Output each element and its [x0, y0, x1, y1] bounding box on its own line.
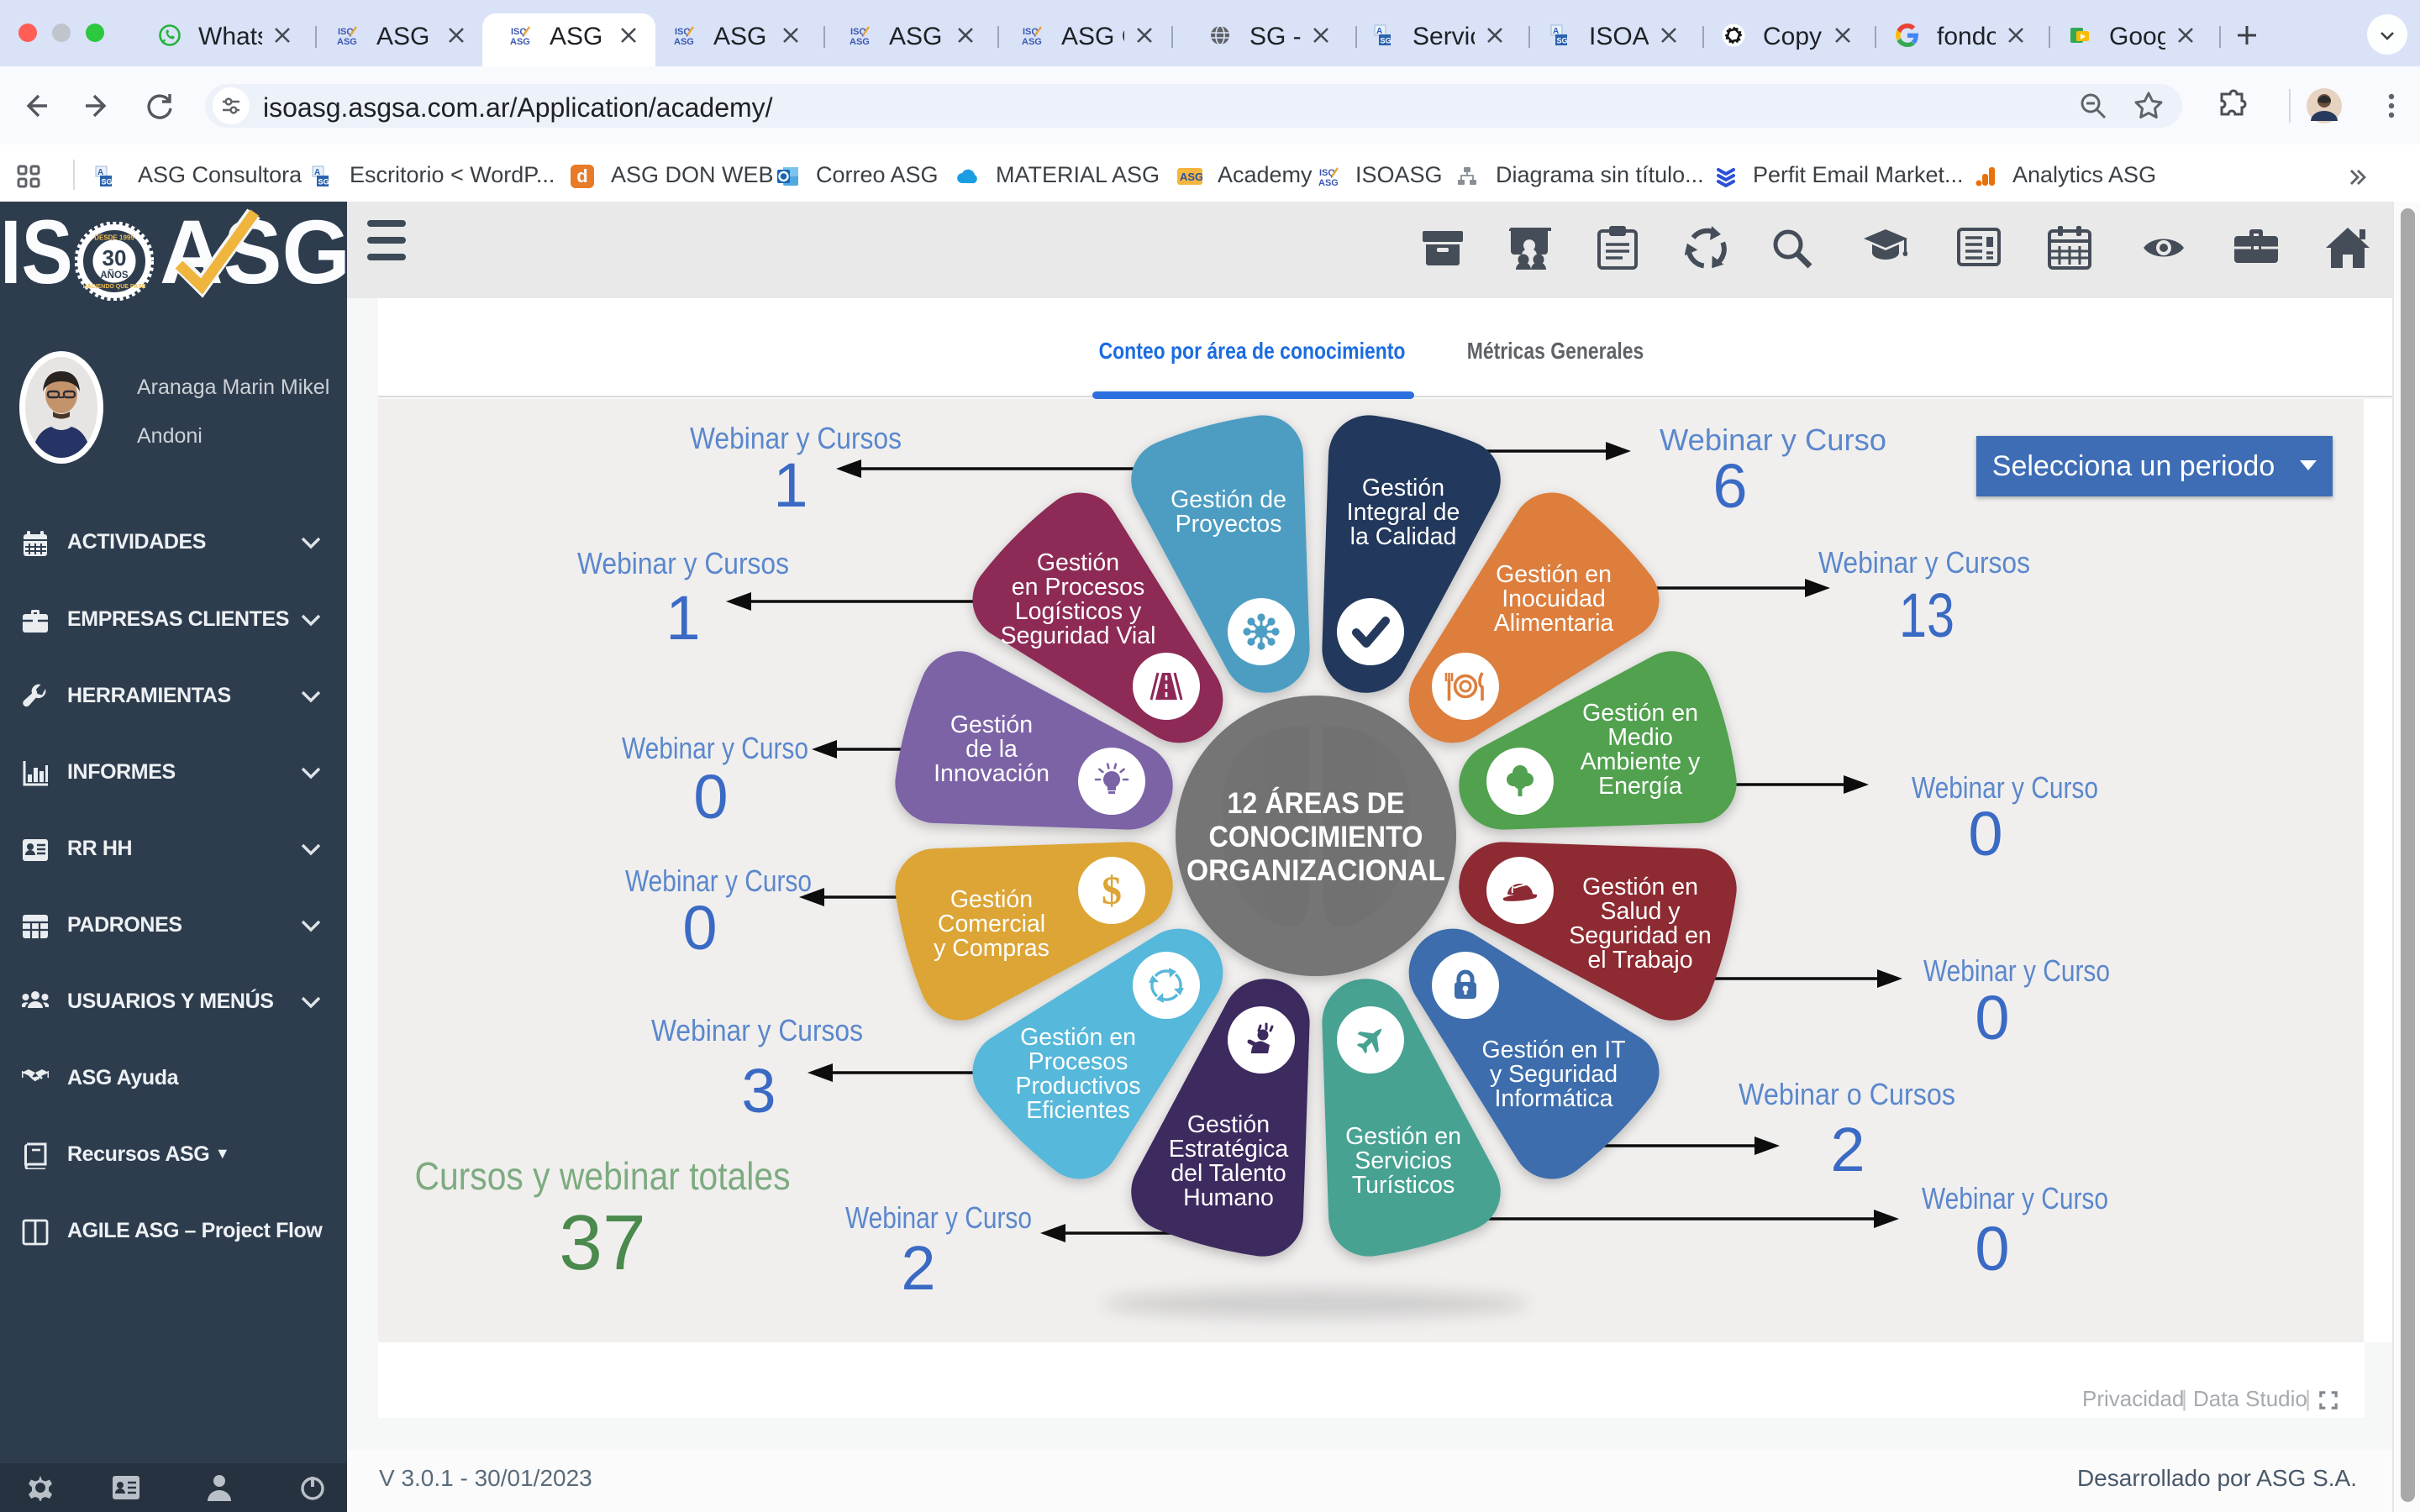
svg-text:Gestión de: Gestión de	[1171, 486, 1286, 513]
svg-text:DESDE 1995: DESDE 1995	[94, 234, 134, 242]
svg-text:ASG: ASG	[674, 37, 694, 47]
svg-text:de la: de la	[965, 736, 1018, 763]
svg-text:Webinar y Cursos: Webinar y Cursos	[651, 1013, 863, 1047]
svg-text:30: 30	[103, 245, 127, 270]
svg-text:Ambiente y: Ambiente y	[1581, 748, 1701, 775]
svg-text:Proyectos: Proyectos	[1176, 511, 1282, 538]
svg-text:Salud y: Salud y	[1600, 898, 1681, 925]
svg-text:Humano: Humano	[1183, 1184, 1274, 1211]
svg-text:Gestión en: Gestión en	[1345, 1123, 1461, 1150]
svg-text:0: 0	[1975, 983, 2009, 1053]
svg-text:Informática: Informática	[1495, 1085, 1613, 1112]
svg-text:Comercial: Comercial	[938, 911, 1045, 937]
svg-text:y Seguridad: y Seguridad	[1490, 1061, 1618, 1088]
svg-text:1: 1	[666, 583, 700, 653]
svg-text:Innovación: Innovación	[934, 760, 1050, 787]
svg-text:Cursos y webinar totales: Cursos y webinar totales	[415, 1154, 791, 1198]
svg-text:la Calidad: la Calidad	[1350, 523, 1457, 550]
svg-text:Gestión: Gestión	[1037, 549, 1119, 576]
svg-text:0: 0	[1975, 1214, 2009, 1284]
svg-text:Productivos: Productivos	[1016, 1073, 1141, 1100]
svg-text:SG: SG	[1557, 37, 1568, 45]
svg-text:Webinar y Curso: Webinar y Curso	[1912, 770, 2098, 805]
svg-text:12 ÁREAS DE: 12 ÁREAS DE	[1228, 786, 1405, 820]
svg-text:Gestión en: Gestión en	[1582, 700, 1698, 727]
svg-text:ASG: ASG	[850, 37, 870, 47]
svg-text:Logísticos y: Logísticos y	[1015, 598, 1142, 625]
svg-text:SG: SG	[1381, 37, 1392, 45]
svg-text:Gestión: Gestión	[950, 886, 1033, 913]
svg-text:Gestión en IT: Gestión en IT	[1481, 1037, 1625, 1063]
svg-text:37: 37	[559, 1199, 645, 1286]
svg-text:Webinar y Cursos: Webinar y Cursos	[1818, 545, 2030, 580]
svg-text:AÑOS: AÑOS	[100, 270, 129, 281]
svg-text:Gestión en: Gestión en	[1582, 874, 1698, 900]
svg-text:en Procesos: en Procesos	[1012, 574, 1144, 601]
svg-text:Webinar y Curso: Webinar y Curso	[625, 864, 812, 898]
svg-text:$: $	[1102, 869, 1122, 913]
svg-text:Gestión: Gestión	[950, 711, 1033, 738]
svg-text:2: 2	[901, 1233, 935, 1303]
svg-text:Procesos: Procesos	[1028, 1048, 1128, 1075]
svg-text:1: 1	[773, 450, 808, 520]
svg-text:13: 13	[1899, 580, 1954, 650]
svg-text:Eficientes: Eficientes	[1026, 1097, 1130, 1124]
svg-text:Webinar y Curso: Webinar y Curso	[1923, 953, 2110, 988]
svg-text:Servicios: Servicios	[1355, 1147, 1452, 1174]
svg-text:3: 3	[741, 1056, 776, 1126]
svg-text:el Trabajo: el Trabajo	[1587, 947, 1692, 974]
svg-text:0: 0	[1968, 799, 2002, 869]
svg-text:Gestión en: Gestión en	[1020, 1024, 1136, 1051]
svg-text:ASG: ASG	[1022, 37, 1042, 47]
svg-text:2: 2	[1830, 1115, 1865, 1184]
svg-text:ASG: ASG	[337, 37, 357, 47]
svg-text:Integral de: Integral de	[1347, 499, 1460, 526]
svg-text:Webinar y Curso: Webinar y Curso	[1922, 1181, 2108, 1215]
svg-text:Alimentaria: Alimentaria	[1494, 610, 1614, 637]
svg-text:Seguridad Vial: Seguridad Vial	[1001, 622, 1156, 649]
svg-text:y Compras: y Compras	[934, 935, 1050, 962]
svg-text:Turísticos: Turísticos	[1352, 1172, 1455, 1199]
svg-text:HACIENDO QUE PASE: HACIENDO QUE PASE	[83, 284, 146, 290]
svg-text:Webinar y Cursos: Webinar y Cursos	[577, 546, 789, 580]
svg-text:CONOCIMIENTO: CONOCIMIENTO	[1209, 821, 1423, 853]
svg-text:Medio: Medio	[1607, 724, 1673, 751]
svg-text:ASG: ASG	[510, 37, 530, 47]
svg-text:Gestión: Gestión	[1362, 475, 1444, 501]
svg-text:Seguridad en: Seguridad en	[1569, 922, 1712, 949]
svg-text:SG: SG	[318, 178, 329, 186]
svg-text:Gestión: Gestión	[1187, 1111, 1270, 1138]
svg-text:6: 6	[1712, 451, 1747, 521]
svg-text:SG: SG	[102, 178, 113, 186]
svg-text:ASG: ASG	[1318, 178, 1339, 188]
svg-text:Gestión en: Gestión en	[1496, 561, 1612, 588]
svg-text:Webinar y Curso: Webinar y Curso	[845, 1200, 1032, 1235]
svg-text:Inocuidad: Inocuidad	[1502, 585, 1606, 612]
svg-text:Webinar y Curso: Webinar y Curso	[1660, 423, 1886, 457]
svg-text:Energía: Energía	[1598, 773, 1682, 800]
svg-text:0: 0	[682, 893, 717, 963]
svg-text:Estratégica: Estratégica	[1169, 1136, 1289, 1163]
svg-text:Webinar o Cursos: Webinar o Cursos	[1739, 1077, 1955, 1111]
svg-text:0: 0	[693, 762, 728, 832]
svg-text:del Talento: del Talento	[1171, 1160, 1286, 1187]
svg-text:ORGANIZACIONAL: ORGANIZACIONAL	[1186, 854, 1445, 887]
svg-text:Webinar y Curso: Webinar y Curso	[622, 731, 808, 765]
svg-text:ASG: ASG	[1180, 171, 1202, 183]
